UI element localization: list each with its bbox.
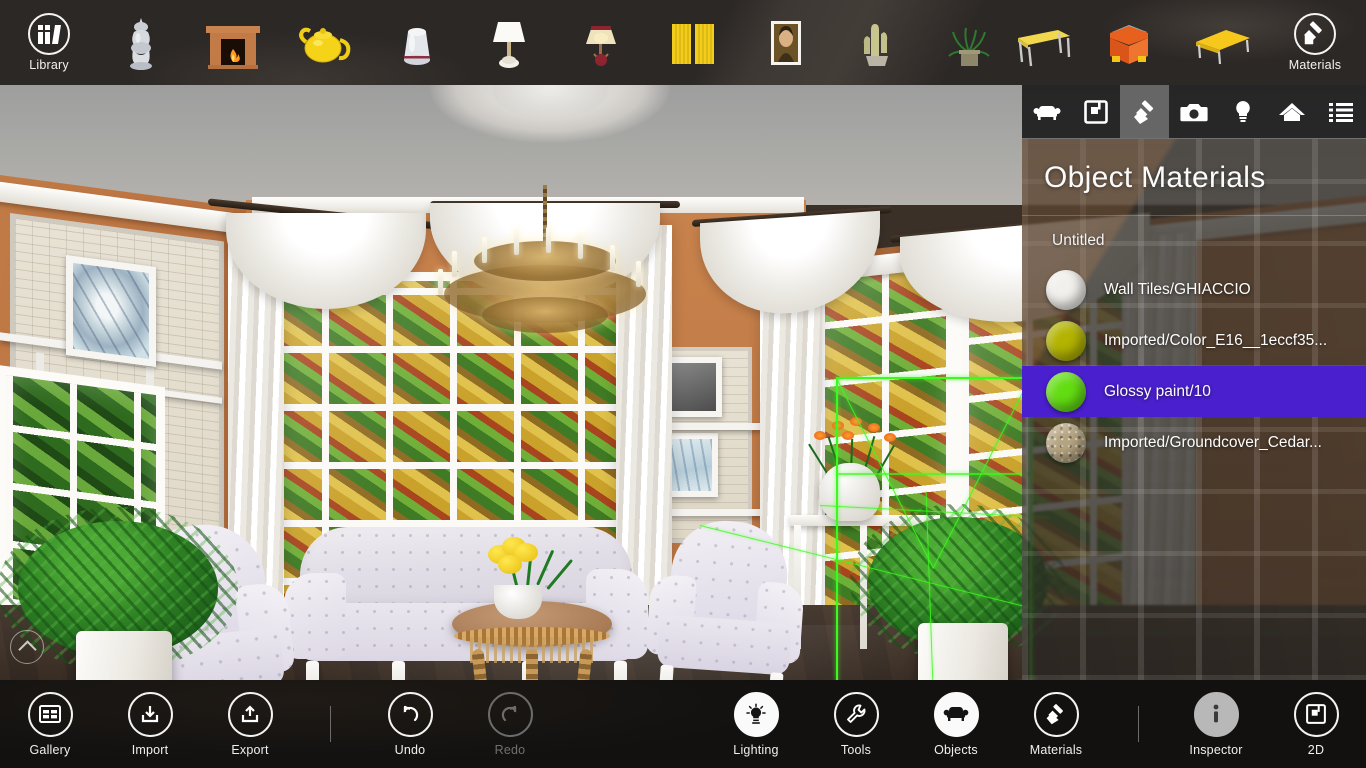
object-materials-panel: Object Materials Untitled Wall Tiles/GHI… — [1022, 85, 1366, 680]
redo-label: Redo — [494, 742, 526, 757]
yellow-teapot-thumb[interactable] — [282, 0, 368, 85]
list-item[interactable]: Imported/Color_E16__1eccf35... — [1022, 315, 1366, 366]
tab-materials[interactable] — [1120, 85, 1170, 138]
gallery-icon — [27, 691, 73, 737]
white-jug-thumb[interactable] — [374, 0, 460, 85]
gallery-label: Gallery — [29, 742, 71, 757]
import-icon — [127, 691, 173, 737]
materials-list: Wall Tiles/GHIACCIO Imported/Color_E16__… — [1022, 264, 1366, 468]
mona-lisa-painting-thumb[interactable] — [742, 0, 828, 85]
armchair-right[interactable] — [643, 516, 807, 680]
table-lamp-thumb[interactable] — [466, 0, 552, 85]
tab-home[interactable] — [1268, 85, 1317, 138]
application-window: Library Materials Object Materials Untit… — [0, 0, 1366, 768]
chevron-up-icon — [17, 640, 37, 659]
import-button[interactable]: Import — [100, 680, 200, 768]
export-label: Export — [231, 742, 269, 757]
export-button[interactable]: Export — [200, 680, 300, 768]
material-label: Glossy paint/10 — [1104, 382, 1211, 400]
divider — [1138, 706, 1140, 742]
material-swatch — [1046, 422, 1086, 463]
material-swatch — [1046, 371, 1086, 412]
camera-icon — [1180, 103, 1208, 121]
potted-plant-left[interactable] — [0, 507, 238, 680]
objects-button[interactable]: Objects — [906, 680, 1006, 768]
panel-tab-bar — [1022, 85, 1366, 139]
redo-button[interactable]: Redo — [460, 680, 560, 768]
vintage-lamp-thumb[interactable] — [558, 0, 644, 85]
materials-button[interactable]: Materials — [1006, 680, 1106, 768]
cactus-thumb[interactable] — [834, 0, 920, 85]
gallery-button[interactable]: Gallery — [0, 680, 100, 768]
tab-list[interactable] — [1317, 85, 1366, 138]
material-swatch — [1046, 320, 1086, 361]
library-label: Library — [29, 58, 69, 72]
floorplan-icon — [1083, 99, 1108, 124]
lightbulb-icon — [1236, 100, 1250, 122]
tools-button[interactable]: Tools — [806, 680, 906, 768]
list-icon — [1329, 102, 1354, 122]
undo-arrow-icon — [387, 691, 433, 737]
materials-top-button[interactable]: Materials — [1272, 0, 1358, 85]
import-label: Import — [131, 742, 169, 757]
tab-objects[interactable] — [1022, 85, 1071, 138]
materials-label: Materials — [1029, 742, 1083, 757]
lightbulb-icon — [733, 691, 779, 737]
white-vase — [820, 463, 880, 521]
tab-camera[interactable] — [1169, 85, 1218, 138]
2d-button[interactable]: 2D — [1266, 680, 1366, 768]
panel-body: Object Materials Untitled Wall Tiles/GHI… — [1022, 139, 1366, 680]
inspector-button[interactable]: Inspector — [1166, 680, 1266, 768]
tab-lighting[interactable] — [1219, 85, 1268, 138]
export-icon — [227, 691, 273, 737]
tools-label: Tools — [840, 742, 872, 757]
wall-art-left-top — [66, 254, 156, 368]
books-icon — [28, 13, 70, 55]
sofa-icon — [1033, 105, 1061, 120]
potted-plant-right-selected[interactable] — [850, 504, 1066, 680]
home-icon — [1279, 102, 1306, 121]
paintbrush-icon — [1133, 99, 1153, 124]
list-item[interactable]: Wall Tiles/GHIACCIO — [1022, 264, 1366, 315]
paintbrush-icon — [1294, 13, 1336, 55]
list-item[interactable]: Imported/Groundcover_Cedar... — [1022, 417, 1366, 468]
floorplan-icon — [1293, 691, 1339, 737]
2d-label: 2D — [1307, 742, 1325, 757]
yellow-curtains-thumb[interactable] — [650, 0, 736, 85]
divider — [330, 706, 332, 742]
material-label: Imported/Color_E16__1eccf35... — [1104, 331, 1328, 349]
material-group-header: Untitled — [1052, 232, 1105, 249]
lighting-button[interactable]: Lighting — [706, 680, 806, 768]
silver-vase-thumb[interactable] — [98, 0, 184, 85]
bottom-toolbar: Gallery Import Export Undo Redo Lighting… — [0, 680, 1366, 768]
collapse-arrow-button[interactable] — [10, 630, 44, 664]
yellow-low-table-thumb[interactable] — [1180, 0, 1266, 85]
info-icon — [1193, 691, 1239, 737]
orange-table-thumb[interactable] — [1086, 0, 1172, 85]
yellow-desk-thumb[interactable] — [1000, 0, 1086, 85]
panel-title: Object Materials — [1044, 161, 1266, 194]
wrench-icon — [833, 691, 879, 737]
material-swatch — [1046, 269, 1086, 310]
chandelier — [430, 185, 660, 355]
inspector-label: Inspector — [1189, 742, 1243, 757]
material-label: Imported/Groundcover_Cedar... — [1104, 433, 1322, 451]
objects-label: Objects — [934, 742, 978, 757]
undo-label: Undo — [394, 742, 426, 757]
library-button[interactable]: Library — [6, 0, 92, 85]
paintbrush-icon — [1033, 691, 1079, 737]
materials-top-label: Materials — [1288, 58, 1342, 72]
tab-floorplan[interactable] — [1071, 85, 1120, 138]
lighting-label: Lighting — [733, 742, 779, 757]
list-item-selected[interactable]: Glossy paint/10 — [1022, 366, 1366, 417]
material-label: Wall Tiles/GHIACCIO — [1104, 280, 1251, 298]
redo-arrow-icon — [487, 691, 533, 737]
undo-button[interactable]: Undo — [360, 680, 460, 768]
fireplace-thumb[interactable] — [190, 0, 276, 85]
top-toolbar: Library Materials — [0, 0, 1366, 85]
sofa-icon — [933, 691, 979, 737]
